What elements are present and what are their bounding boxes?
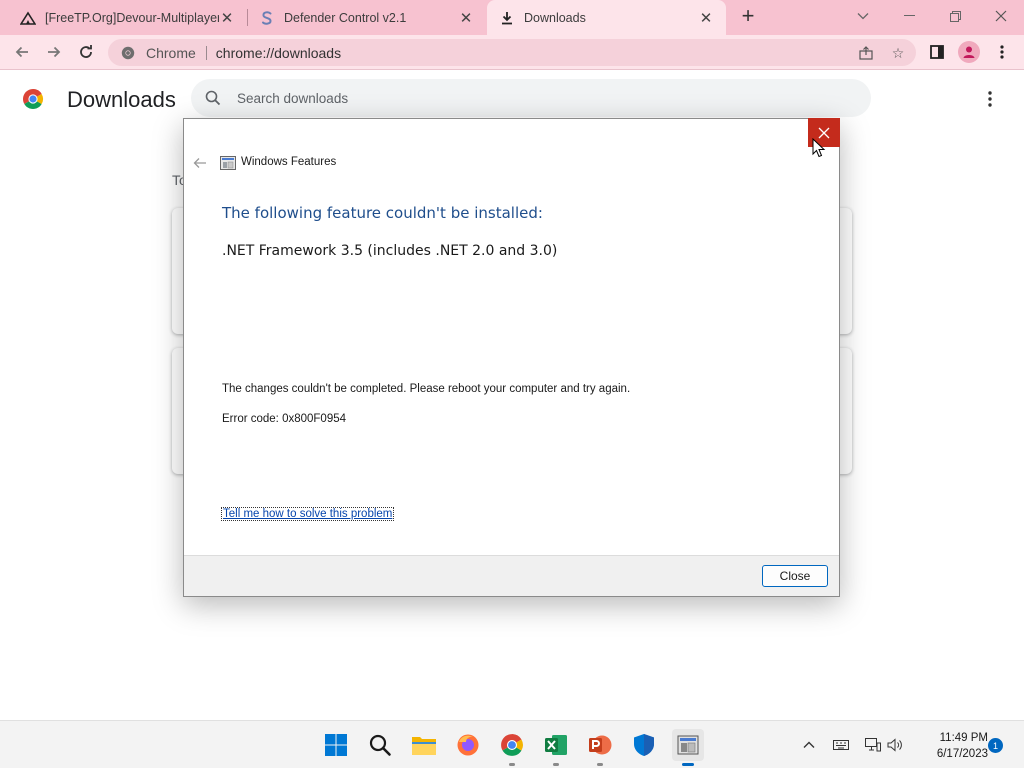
windows-features-icon [220, 155, 236, 171]
running-indicator [682, 763, 694, 766]
dialog-app-title: Windows Features [241, 156, 337, 168]
tab-close-icon[interactable]: ✕ [458, 10, 474, 27]
tab-title: Downloads [524, 10, 586, 25]
page-title: Downloads [67, 87, 176, 112]
error-message: The changes couldn't be completed. Pleas… [222, 383, 631, 395]
search-icon [204, 89, 222, 107]
clock-date: 6/17/2023 [936, 748, 988, 760]
windows-start-icon[interactable] [320, 729, 352, 761]
windows-taskbar: 11:49 PM 6/17/2023 1 [0, 720, 1024, 768]
defender-control-icon [259, 10, 275, 26]
running-indicator [597, 763, 603, 766]
dialog-footer: Close [184, 555, 839, 596]
site-label: Chrome [146, 44, 196, 61]
help-link[interactable]: Tell me how to solve this problem [220, 507, 395, 521]
error-code: Error code: 0x800F0954 [222, 413, 347, 425]
tab-strip: [FreeTP.Org]Devour-Multiplayer ✕ Defende… [0, 0, 1024, 35]
running-indicator [553, 763, 559, 766]
chrome-menu-icon[interactable] [991, 41, 1013, 63]
downloads-search[interactable]: Search downloads [191, 79, 871, 117]
address-bar[interactable]: Chrome chrome://downloads ☆ [108, 39, 916, 66]
keyboard-icon[interactable] [832, 736, 850, 754]
notification-badge[interactable]: 1 [988, 738, 1003, 753]
windows-security-icon[interactable] [628, 729, 660, 761]
tray-overflow-icon[interactable] [800, 736, 818, 754]
share-icon[interactable] [858, 45, 874, 61]
plus-icon[interactable]: + [736, 5, 760, 29]
tab-close-icon[interactable]: ✕ [219, 10, 235, 27]
tab-close-icon[interactable]: ✕ [698, 10, 714, 27]
powerpoint-icon[interactable] [584, 729, 616, 766]
dialog-heading: The following feature couldn't be instal… [222, 204, 543, 222]
url-text[interactable]: chrome://downloads [216, 45, 341, 61]
chrome-icon[interactable] [496, 729, 528, 766]
window-close-icon[interactable] [978, 0, 1024, 32]
excel-icon[interactable] [540, 729, 572, 766]
windows-features-dialog: Windows Features The following feature c… [183, 118, 840, 597]
side-panel-icon[interactable] [926, 41, 948, 63]
tab-title: Defender Control v2.1 [284, 10, 407, 25]
tab-freetp[interactable]: [FreeTP.Org]Devour-Multiplayer ✕ [0, 0, 247, 35]
file-explorer-icon[interactable] [408, 729, 440, 761]
bookmark-star-icon[interactable]: ☆ [890, 45, 906, 61]
network-icon[interactable] [864, 736, 882, 754]
search-input[interactable]: Search downloads [237, 91, 348, 106]
freetp-icon [20, 10, 36, 26]
firefox-icon[interactable] [452, 729, 484, 761]
search-icon[interactable] [364, 729, 396, 761]
feature-name: .NET Framework 3.5 (includes .NET 2.0 an… [222, 243, 558, 259]
clock-time: 11:49 PM [939, 732, 988, 744]
back-icon[interactable] [10, 40, 34, 64]
browser-toolbar: Chrome chrome://downloads ☆ [0, 35, 1024, 70]
running-indicator [509, 763, 515, 766]
tab-downloads[interactable]: Downloads ✕ [487, 0, 726, 35]
windows-features-icon[interactable] [672, 729, 704, 766]
restore-icon[interactable] [932, 0, 978, 32]
back-arrow-icon[interactable] [192, 155, 208, 171]
close-button[interactable]: Close [762, 565, 828, 587]
minimize-icon[interactable] [886, 0, 932, 32]
forward-icon[interactable] [42, 40, 66, 64]
tab-title: [FreeTP.Org]Devour-Multiplayer [45, 10, 219, 25]
tab-defender-control[interactable]: Defender Control v2.1 ✕ [248, 0, 486, 35]
profile-avatar[interactable] [958, 41, 980, 63]
omnibox-divider [205, 45, 207, 60]
download-icon [499, 10, 515, 26]
reload-icon[interactable] [74, 40, 98, 64]
chrome-icon [120, 45, 136, 61]
tab-search-icon[interactable] [840, 0, 886, 32]
volume-icon[interactable] [886, 736, 904, 754]
system-clock[interactable]: 11:49 PM 6/17/2023 [912, 730, 988, 762]
more-options-icon[interactable] [980, 88, 1000, 110]
mouse-cursor-icon [812, 137, 826, 158]
chrome-logo-icon [22, 88, 44, 110]
